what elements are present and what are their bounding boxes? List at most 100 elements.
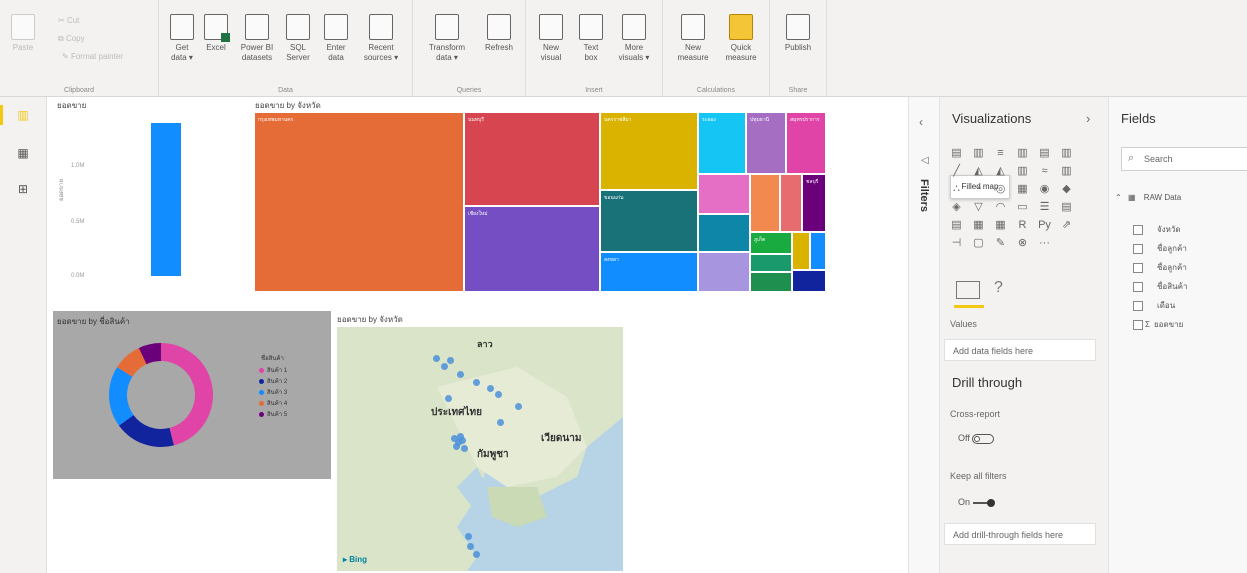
- treemap-tile[interactable]: [751, 175, 779, 231]
- line-chart-icon[interactable]: ╱: [950, 165, 963, 178]
- decomposition-tree-icon[interactable]: ⊣: [950, 237, 963, 250]
- clustered-column-icon[interactable]: ▥: [1016, 147, 1029, 160]
- line-column-icon[interactable]: ▥: [1016, 165, 1029, 178]
- 100pct-column-icon[interactable]: ▥: [1060, 147, 1073, 160]
- field-item[interactable]: Σ ยอดขาย: [1133, 318, 1183, 331]
- treemap-visual[interactable]: กรุงเทพมหานคร นนทบุรี เชียงใหม่ นครราชสี…: [255, 113, 825, 291]
- donut-legend-item[interactable]: สินค้า 4: [259, 398, 287, 409]
- fields-search-box[interactable]: ⌕ Search: [1121, 147, 1247, 171]
- map-bubble[interactable]: [473, 379, 480, 386]
- treemap-tile[interactable]: [751, 273, 791, 291]
- map-bubble[interactable]: [457, 433, 464, 440]
- key-influencers-icon[interactable]: ⇗: [1060, 219, 1073, 232]
- map-bubble[interactable]: [487, 385, 494, 392]
- gauge-icon[interactable]: ◠: [994, 201, 1007, 214]
- donut-segment[interactable]: [118, 414, 174, 447]
- new-measure-button[interactable]: New measure: [673, 14, 713, 63]
- drill-through-drop-zone[interactable]: Add drill-through fields here: [944, 523, 1096, 545]
- text-box-button[interactable]: Text box: [574, 14, 608, 63]
- table-icon[interactable]: ▦: [972, 219, 985, 232]
- filters-label[interactable]: Filters: [918, 179, 930, 212]
- donut-legend-item[interactable]: สินค้า 2: [259, 376, 287, 387]
- shape-map-icon[interactable]: ◈: [950, 201, 963, 214]
- field-item[interactable]: ชื่อลูกค้า: [1133, 242, 1187, 255]
- quick-measure-button[interactable]: Quick measure: [719, 14, 763, 63]
- field-checkbox[interactable]: [1133, 281, 1143, 292]
- 100pct-bar-icon[interactable]: ▤: [1038, 147, 1051, 160]
- treemap-icon[interactable]: ▦: [1016, 183, 1029, 196]
- map-bubble[interactable]: [433, 355, 440, 362]
- treemap-tile[interactable]: [793, 233, 809, 269]
- map-visual[interactable]: ลาว ประเทศไทย กัมพูชา เวียดนาม ▸ Bing: [337, 327, 623, 571]
- powerbi-datasets-button[interactable]: Power BI datasets: [237, 14, 277, 63]
- model-view-icon[interactable]: ⊞: [16, 183, 30, 195]
- enter-data-button[interactable]: Enter data: [319, 14, 353, 63]
- table-node-raw-data[interactable]: ⌃ ▦ RAW Data: [1115, 193, 1181, 202]
- treemap-tile[interactable]: [751, 255, 791, 271]
- r-visual-icon[interactable]: R: [1016, 219, 1029, 232]
- donut-visual[interactable]: ยอดขาย by ชื่อสินค้า ชื่อสินค้า สินค้า 1…: [53, 311, 331, 479]
- donut-legend-item[interactable]: สินค้า 3: [259, 387, 287, 398]
- filters-pane-collapsed[interactable]: ‹ ◁ Filters: [908, 97, 939, 573]
- get-data-button[interactable]: Get data ▾: [165, 14, 199, 63]
- keep-all-filters-toggle[interactable]: On: [958, 497, 995, 507]
- data-view-icon[interactable]: ▦: [16, 147, 30, 159]
- expand-pane-icon[interactable]: ›: [1086, 111, 1090, 126]
- map-bubble[interactable]: [473, 551, 480, 558]
- transform-data-button[interactable]: Transform data ▾: [423, 14, 471, 63]
- cross-report-toggle[interactable]: Off: [958, 433, 995, 444]
- treemap-tile[interactable]: [781, 175, 801, 231]
- treemap-tile[interactable]: ปทุมธานี: [747, 113, 785, 173]
- donut-chart[interactable]: [103, 337, 219, 453]
- map-bubble[interactable]: [515, 403, 522, 410]
- cut-button[interactable]: ✂ Cut: [58, 16, 79, 25]
- treemap-tile[interactable]: [699, 175, 749, 213]
- qna-icon[interactable]: ▢: [972, 237, 985, 250]
- treemap-tile[interactable]: ภูเก็ต: [751, 233, 791, 253]
- report-view-icon[interactable]: ▥: [16, 109, 30, 121]
- area-chart-icon[interactable]: ◭: [972, 165, 985, 178]
- map-bubble[interactable]: [445, 395, 452, 402]
- stacked-bar-icon[interactable]: ▤: [950, 147, 963, 160]
- field-item[interactable]: ชื่อลูกค้า: [1133, 261, 1187, 274]
- donut-chart-icon[interactable]: ◎: [994, 183, 1007, 196]
- recent-sources-button[interactable]: Recent sources ▾: [359, 14, 403, 63]
- map-bubble[interactable]: [447, 357, 454, 364]
- column-bar[interactable]: [151, 123, 181, 276]
- donut-legend-item[interactable]: สินค้า 5: [259, 409, 287, 420]
- field-item[interactable]: เดือน: [1133, 299, 1175, 312]
- map-bubble[interactable]: [453, 443, 460, 450]
- field-checkbox[interactable]: [1133, 262, 1143, 273]
- treemap-tile[interactable]: สงขลา: [601, 253, 697, 291]
- map-bubble[interactable]: [495, 391, 502, 398]
- values-drop-zone[interactable]: Add data fields here: [944, 339, 1096, 361]
- treemap-tile[interactable]: เชียงใหม่: [465, 207, 599, 291]
- excel-button[interactable]: Excel: [199, 14, 233, 53]
- field-checkbox[interactable]: [1133, 224, 1143, 235]
- field-checkbox[interactable]: [1133, 243, 1143, 254]
- treemap-tile[interactable]: นครราชสีมา: [601, 113, 697, 189]
- publish-button[interactable]: Publish: [780, 14, 816, 53]
- field-checkbox[interactable]: [1133, 319, 1143, 330]
- sql-server-button[interactable]: SQL Server: [281, 14, 315, 63]
- format-painter-button[interactable]: ✎ Format painter: [62, 52, 123, 61]
- smart-narrative-icon[interactable]: ✎: [994, 237, 1007, 250]
- map-bubble[interactable]: [441, 363, 448, 370]
- waterfall-icon[interactable]: ▥: [1060, 165, 1073, 178]
- donut-legend-item[interactable]: สินค้า 1: [259, 365, 287, 376]
- treemap-tile[interactable]: ขอนแก่น: [601, 191, 697, 251]
- kpi-icon[interactable]: ▤: [1060, 201, 1073, 214]
- map-bubble[interactable]: [467, 543, 474, 550]
- paginated-icon[interactable]: ⊗: [1016, 237, 1029, 250]
- fields-tab-icon[interactable]: [956, 281, 980, 299]
- filled-map-icon[interactable]: ◆: [1060, 183, 1073, 196]
- stacked-column-icon[interactable]: ▥: [972, 147, 985, 160]
- treemap-tile[interactable]: ระยอง: [699, 113, 745, 173]
- collapse-pane-icon[interactable]: ‹: [919, 115, 923, 129]
- new-visual-button[interactable]: New visual: [534, 14, 568, 63]
- map-icon[interactable]: ◉: [1038, 183, 1051, 196]
- matrix-icon[interactable]: ▦: [994, 219, 1007, 232]
- multirow-card-icon[interactable]: ☰: [1038, 201, 1051, 214]
- treemap-tile[interactable]: [699, 215, 749, 251]
- field-checkbox[interactable]: [1133, 300, 1143, 311]
